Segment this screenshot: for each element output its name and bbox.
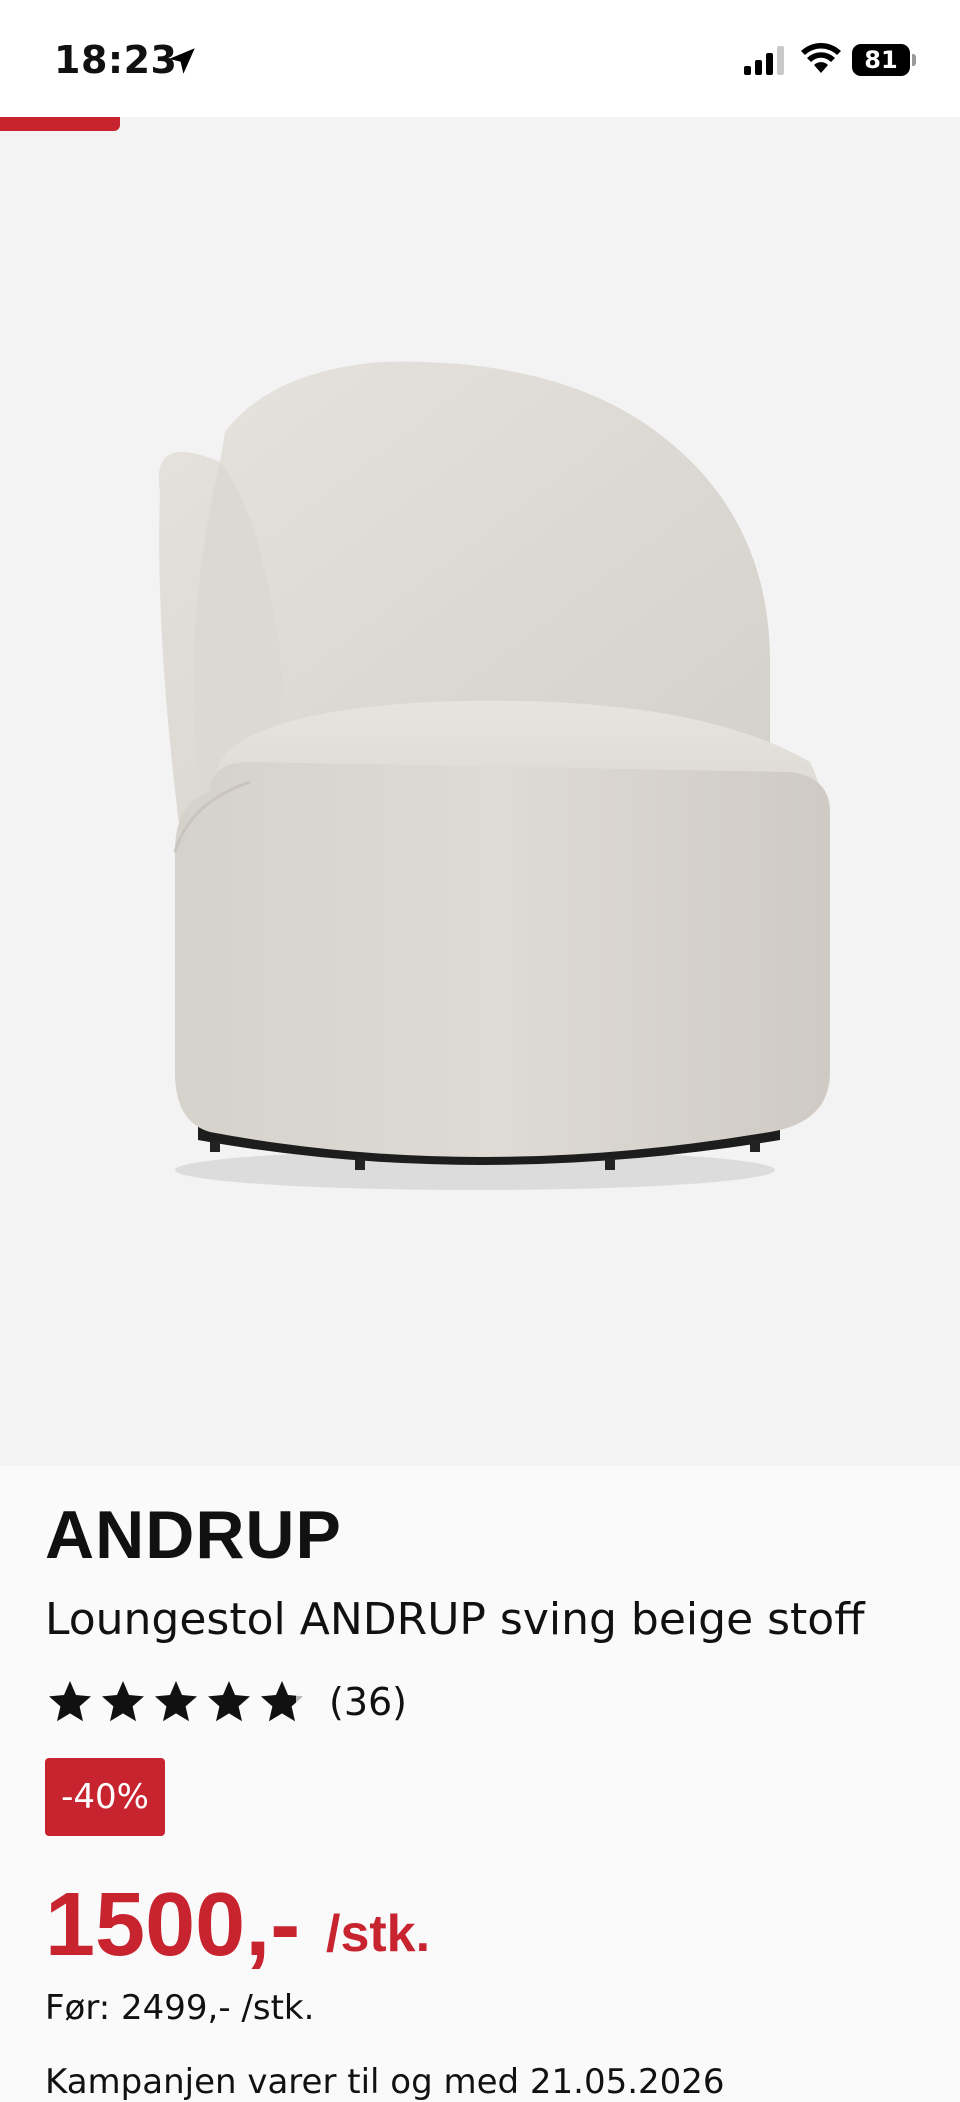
status-bar: 18:23 81 xyxy=(0,0,960,117)
discount-badge: -40% xyxy=(45,1758,165,1836)
battery-cap xyxy=(912,54,916,66)
status-time: 18:23 xyxy=(54,38,178,82)
cellular-signal-icon xyxy=(744,46,784,75)
product-rating[interactable]: (36) xyxy=(45,1674,445,1730)
battery-level: 81 xyxy=(852,44,910,76)
review-count[interactable]: (36) xyxy=(329,1680,407,1724)
campaign-info: Kampanjen varer til og med 21.05.2026 xyxy=(45,2062,725,2102)
current-price: 1500,- xyxy=(45,1875,301,1975)
product-brand: ANDRUP xyxy=(45,1497,342,1573)
before-price: Før: 2499,- /stk. xyxy=(45,1988,315,2028)
wifi-icon xyxy=(801,43,841,73)
product-image-gallery[interactable] xyxy=(0,117,960,1495)
battery-icon: 81 xyxy=(852,44,916,76)
product-title: Loungestol ANDRUP sving beige stoff xyxy=(45,1594,865,1645)
product-info: ANDRUP Loungestol ANDRUP sving beige sto… xyxy=(0,1466,960,2102)
star-icon xyxy=(155,1681,197,1722)
active-tab-indicator xyxy=(0,117,120,131)
lounge-chair-image[interactable] xyxy=(130,332,830,1212)
price-unit: /stk. xyxy=(326,1905,431,1963)
location-arrow-icon xyxy=(169,48,195,74)
star-partial-icon xyxy=(261,1681,303,1722)
star-icon xyxy=(49,1681,91,1722)
star-icon xyxy=(102,1681,144,1722)
star-icon xyxy=(208,1681,250,1722)
